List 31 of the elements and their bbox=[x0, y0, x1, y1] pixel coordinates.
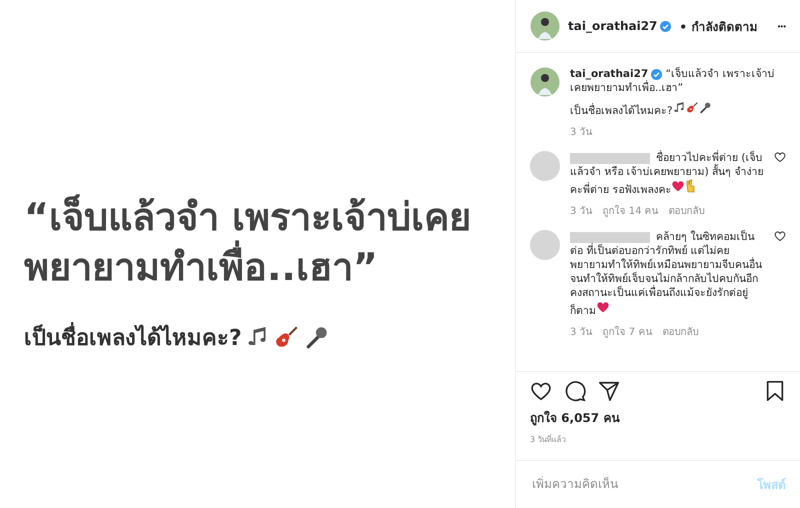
caption-text: tai_orathai27 “เจ็บแล้วจำ เพราะเจ้าบ่เคยพยายามทำเพื่อ..เฮา” bbox=[570, 67, 776, 96]
bookmark-icon[interactable] bbox=[764, 380, 786, 402]
question-text: เป็นชื่อเพลงได้ไหมคะ? bbox=[24, 320, 242, 355]
guitar-icon bbox=[686, 101, 699, 114]
heart-icon bbox=[596, 300, 610, 314]
heart-icon[interactable] bbox=[774, 151, 786, 164]
more-button[interactable]: ••• bbox=[778, 22, 786, 31]
comment-text: ชื่อยาวไปคะพี่ต่าย (เจ็บแล้วจำ หรือ เจ้าบ่เคยพยายาม) สั้นๆ จำง่ายคะพี่ต่าย รอฟังเพลงคะ bbox=[570, 151, 764, 198]
reply-link[interactable]: ตอบกลับ bbox=[668, 203, 705, 218]
hand-icon bbox=[685, 179, 698, 194]
reply-link[interactable]: ตอบกลับ bbox=[662, 324, 698, 340]
follow-status[interactable]: • กำลังติดตาม bbox=[679, 16, 758, 36]
microphone-icon bbox=[698, 101, 712, 114]
comment-icon[interactable] bbox=[564, 380, 586, 402]
comment-text: คล้ายๆ ในซิทคอมเป็นต่อ ที่เป็นต่อบอกว่ารักทิพย์ แต่ไม่คยพยายามทำให้ทิพย์เหมือนพยายามจีบคนอื่น จนทำให้ทิพย์เจ็บจนไม่กล้ากลับไปคบกันอีกคงสถานะเป็นแค่เพื่อนถึงแม้จะยังรักต่อยู่ก็ตาม bbox=[570, 230, 763, 318]
music-notes-icon bbox=[672, 101, 686, 114]
share-icon[interactable] bbox=[598, 380, 620, 402]
comment-time: 3 วัน bbox=[570, 205, 593, 218]
post-time: 3 วันที่แล้ว bbox=[530, 433, 567, 446]
avatar[interactable] bbox=[530, 11, 560, 42]
like-count[interactable]: ถูกใจ 14 คน bbox=[602, 203, 659, 218]
like-count[interactable]: ถูกใจ 7 คน bbox=[602, 324, 652, 340]
username[interactable]: tai_orathai27 bbox=[568, 19, 672, 34]
heart-icon[interactable] bbox=[774, 230, 786, 242]
comment-time: 3 วัน bbox=[570, 126, 593, 140]
caption-question: เป็นชื่อเพลงได้ไหมคะ? bbox=[570, 101, 786, 118]
comment-time: 3 วัน bbox=[570, 326, 593, 340]
like-count[interactable]: ถูกใจ 6,057 คน bbox=[530, 408, 786, 427]
heart-icon bbox=[671, 179, 686, 194]
avatar[interactable] bbox=[530, 67, 560, 98]
quote-text: “เจ็บแล้วจำ เพราะเจ้าบ่เคย พยายามทำเพื่อ..เฮา” bbox=[24, 193, 472, 290]
